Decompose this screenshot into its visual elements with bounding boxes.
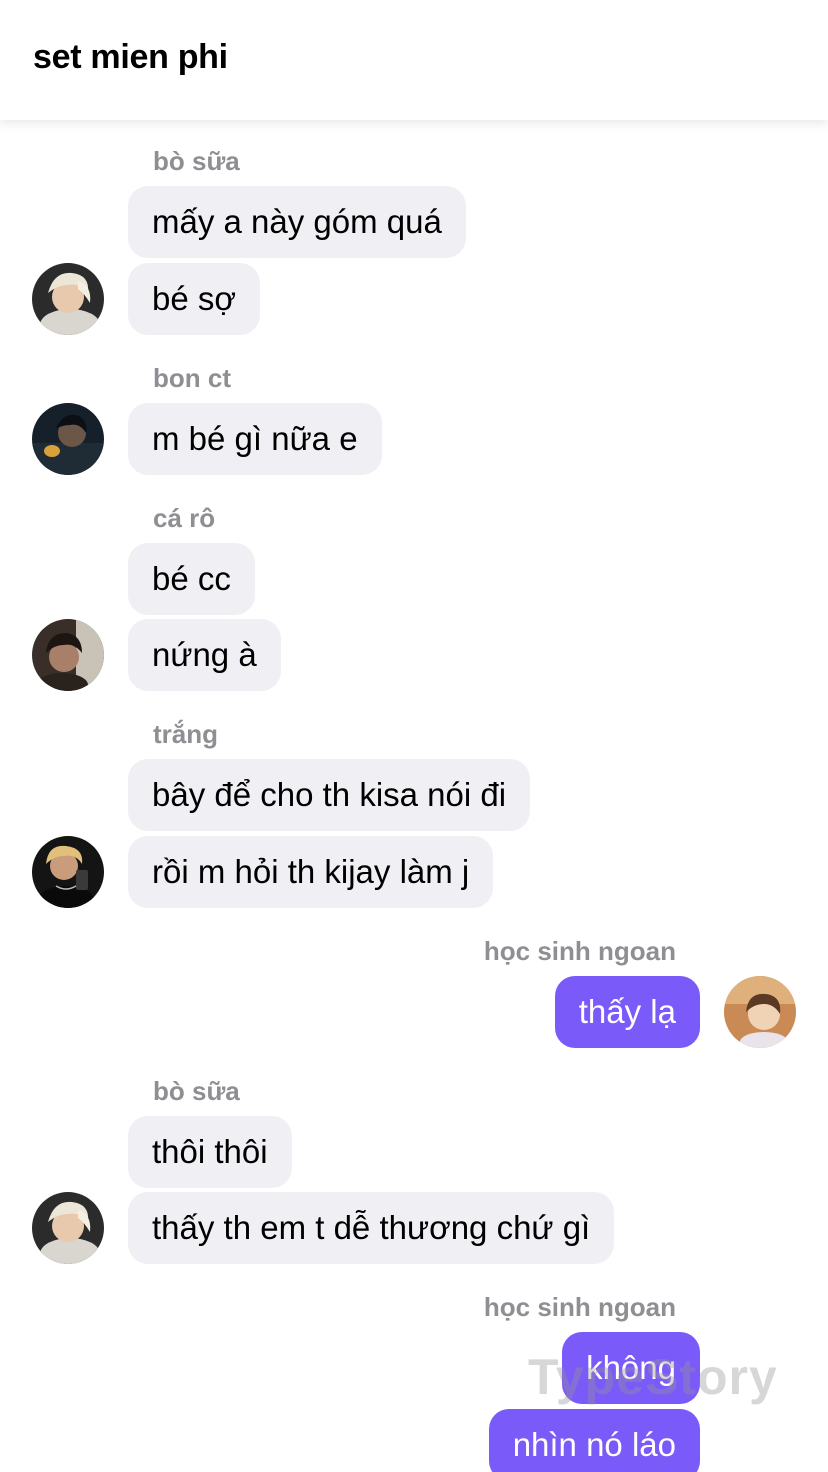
avatar-photo-dark-icon — [32, 403, 104, 475]
sender-name: bò sữa — [153, 146, 240, 176]
sender-avatar[interactable] — [32, 619, 104, 691]
chat-title[interactable]: set mien phi — [33, 38, 228, 77]
outgoing-message-bubble[interactable]: không — [562, 1332, 700, 1404]
sender-name: bon ct — [153, 363, 231, 393]
avatar-photo-warm-icon — [724, 976, 796, 1048]
avatar-photo-blonde-icon — [32, 263, 104, 335]
incoming-message-bubble[interactable]: m bé gì nữa e — [128, 403, 382, 475]
avatar-photo-brown-icon — [32, 619, 104, 691]
chat-header: set mien phi — [0, 0, 828, 120]
sender-name: trắng — [153, 719, 218, 749]
incoming-message-bubble[interactable]: bây để cho th kisa nói đi — [128, 759, 531, 831]
sender-name: bò sữa — [153, 1076, 240, 1106]
incoming-message-bubble[interactable]: bé cc — [128, 543, 255, 615]
sender-avatar[interactable] — [32, 403, 104, 475]
outgoing-message-bubble[interactable]: nhìn nó láo — [488, 1409, 700, 1472]
sender-name: cá rô — [153, 503, 216, 533]
incoming-message-bubble[interactable]: thấy th em t dễ thương chứ gì — [128, 1192, 615, 1264]
own-avatar[interactable] — [724, 976, 796, 1048]
sender-avatar[interactable] — [32, 836, 104, 908]
avatar-photo-blonde-icon — [32, 1192, 104, 1264]
incoming-message-bubble[interactable]: rồi m hỏi th kijay làm j — [128, 836, 494, 908]
sender-avatar[interactable] — [32, 1192, 104, 1264]
incoming-message-bubble[interactable]: mấy a này góm quá — [128, 186, 466, 258]
message-feed[interactable]: bò sữa mấy a này góm quá bé sợ bon ct m … — [0, 0, 828, 1472]
chat-screen: bò sữa mấy a này góm quá bé sợ bon ct m … — [0, 0, 828, 1472]
incoming-message-bubble[interactable]: nứng à — [128, 619, 281, 691]
sender-avatar[interactable] — [32, 263, 104, 335]
incoming-message-bubble[interactable]: bé sợ — [128, 263, 261, 335]
avatar-photo-mirror-icon — [32, 836, 104, 908]
incoming-message-bubble[interactable]: thôi thôi — [128, 1116, 292, 1188]
sender-name: học sinh ngoan — [483, 1292, 676, 1322]
sender-name: học sinh ngoan — [483, 936, 676, 966]
outgoing-message-bubble[interactable]: thấy lạ — [554, 976, 700, 1048]
